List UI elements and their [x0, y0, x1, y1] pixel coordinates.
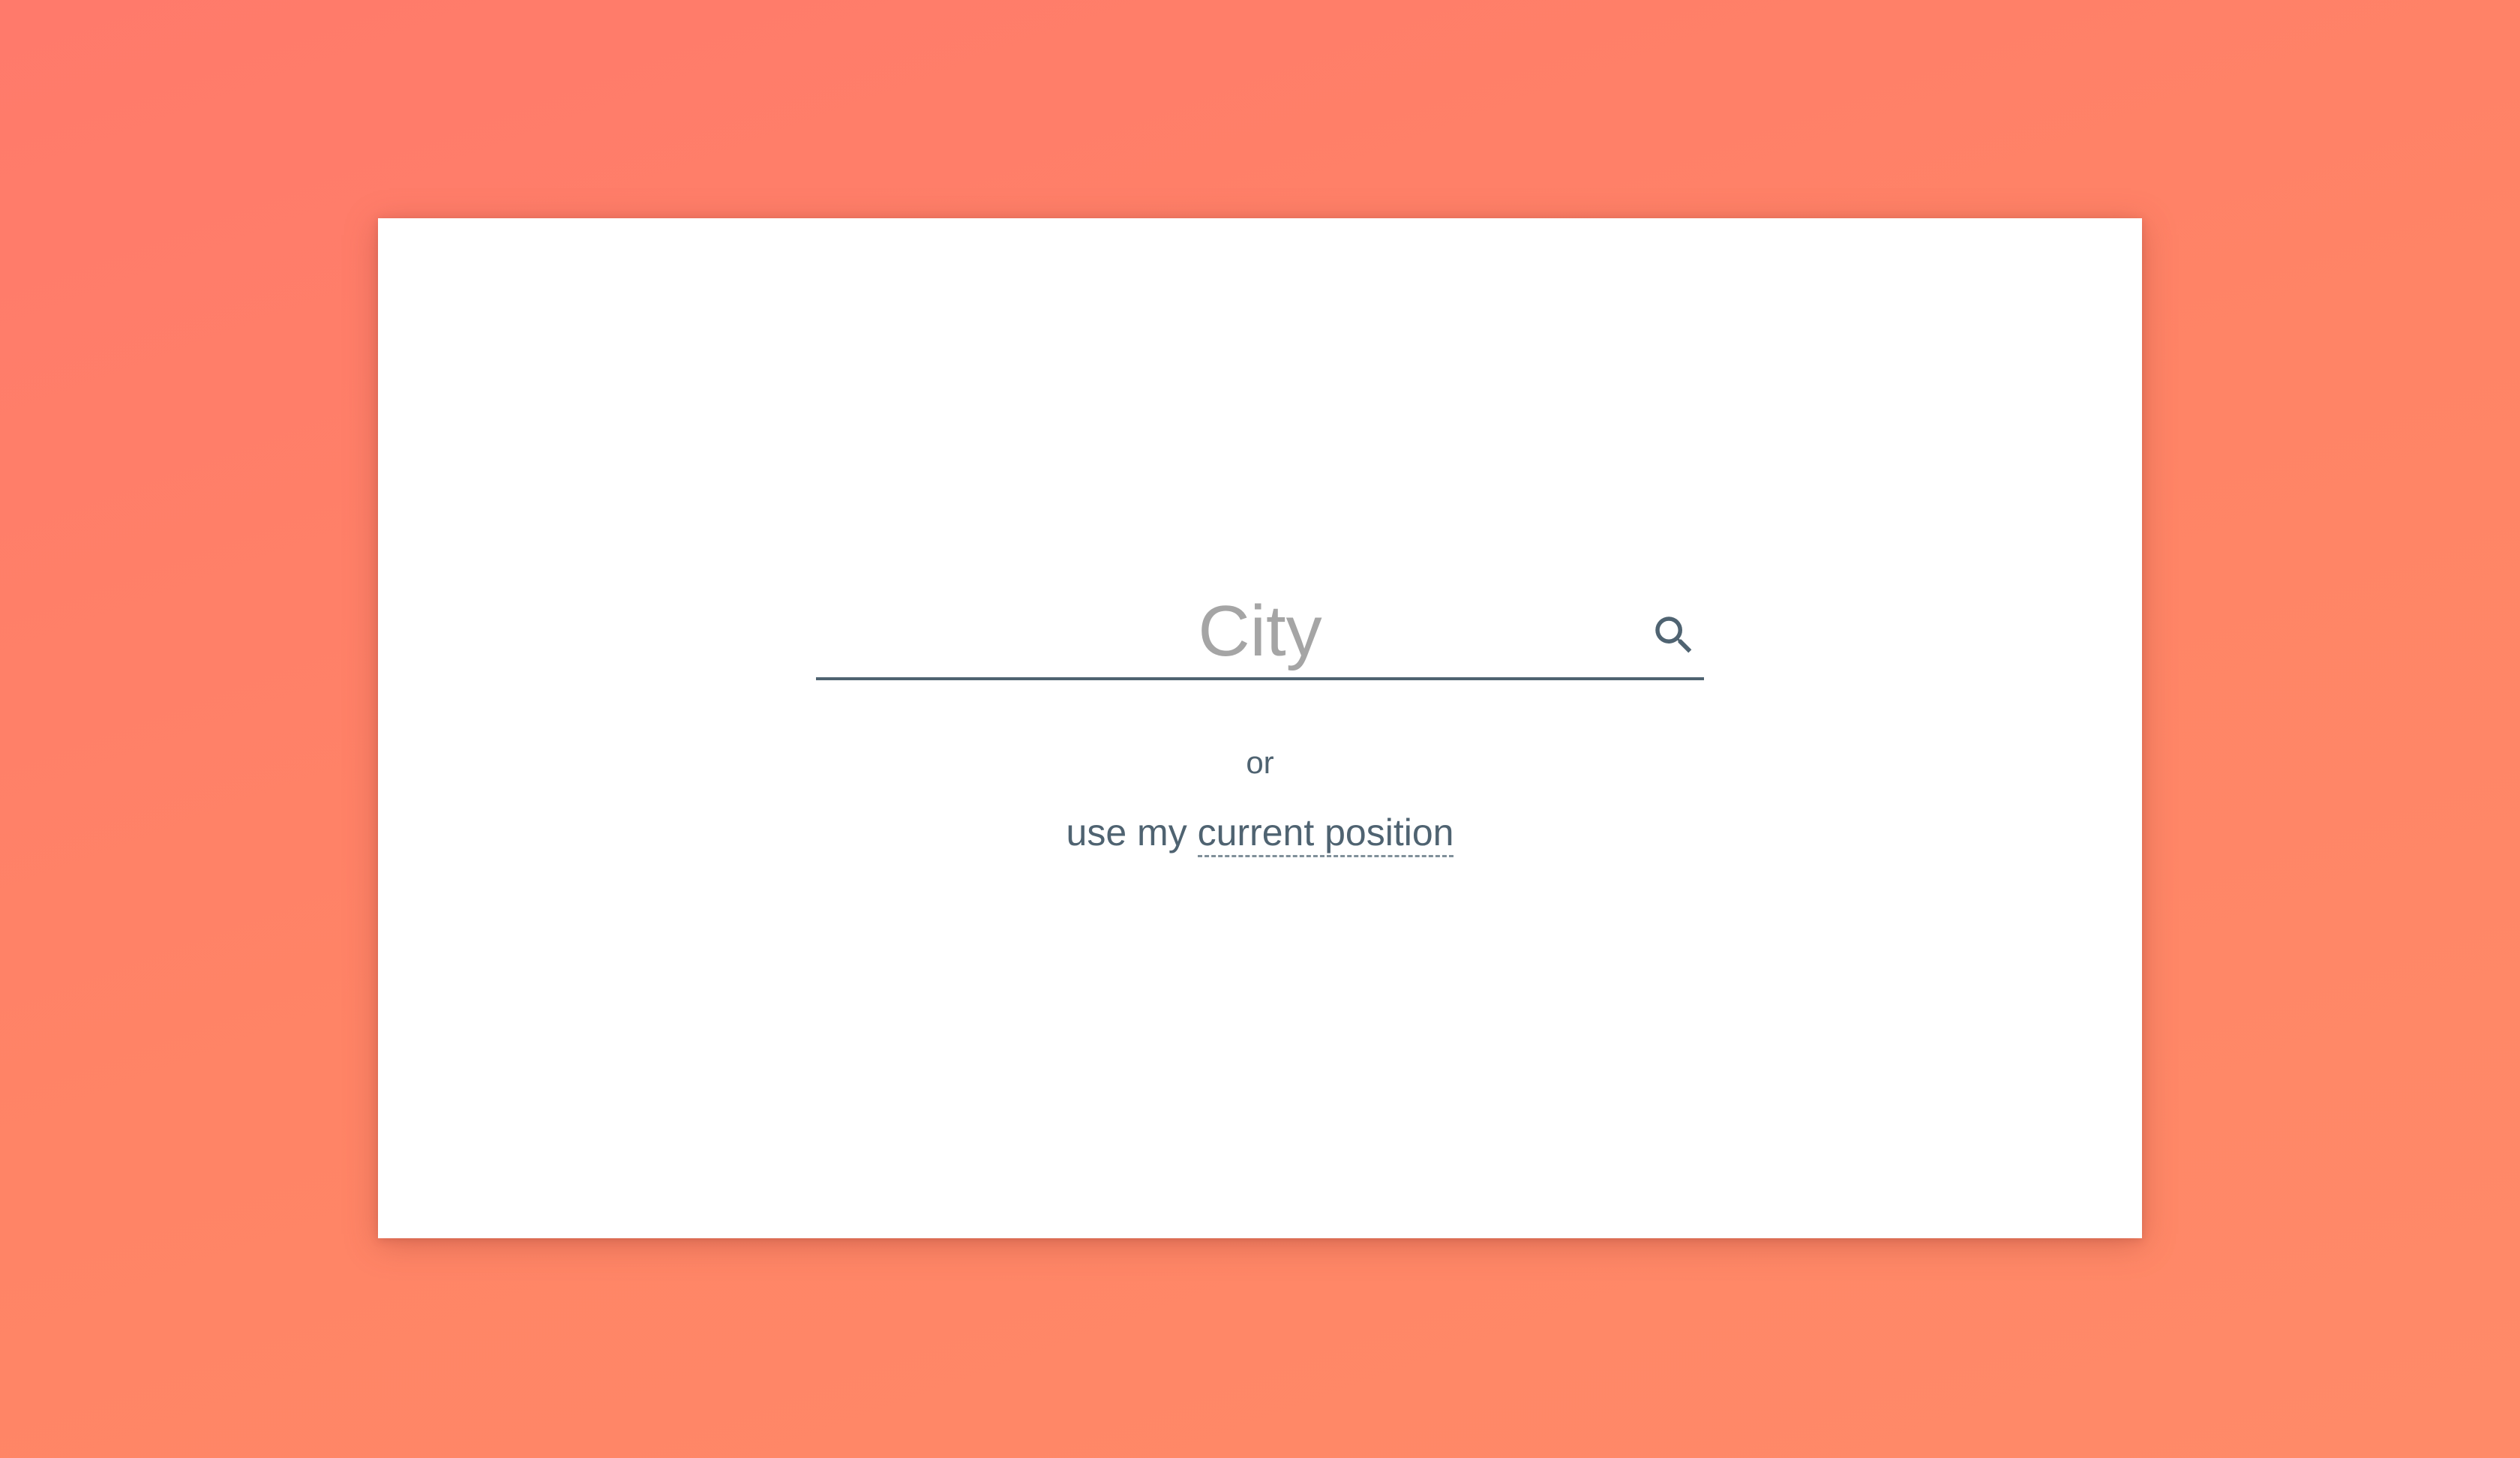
or-separator: or [1246, 745, 1274, 780]
geolocation-option: use my current position [378, 811, 2142, 857]
search-icon [1655, 616, 1692, 653]
search-card: or use my current position [378, 218, 2142, 1238]
city-search-field [816, 586, 1704, 680]
city-search-input[interactable] [816, 586, 1704, 677]
geolocation-prefix: use my [1066, 812, 1198, 854]
search-button[interactable] [1647, 608, 1701, 662]
current-position-link[interactable]: current position [1197, 812, 1454, 857]
